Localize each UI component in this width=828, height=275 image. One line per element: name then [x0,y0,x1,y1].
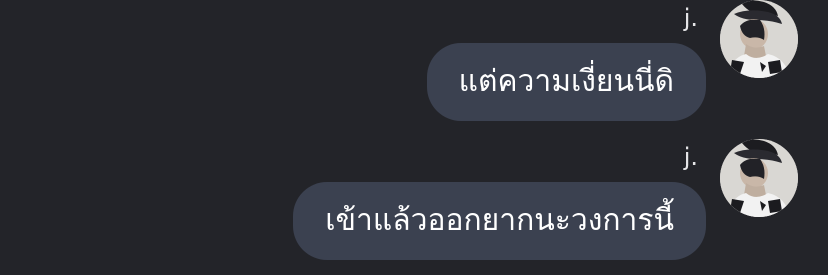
message-bubble[interactable]: เข้าแล้วออกยากนะวงการนี้ [293,182,706,260]
sender-name: j. [683,4,698,32]
message-bubble[interactable]: แต่ความเงี่ยนนี่ดิ [426,43,706,121]
avatar[interactable] [720,0,798,78]
chat-thread: j. แต่ความเงี่ยนนี่ดิ j. เข้าแล้วออกยากน… [0,0,828,275]
avatar[interactable] [720,139,798,217]
message-text: แต่ความเงี่ยนนี่ดิ [458,64,674,99]
message-group: j. เข้าแล้วออกยากนะวงการนี้ [0,135,828,275]
profile-photo-icon [720,139,798,217]
message-group: j. แต่ความเงี่ยนนี่ดิ [0,0,828,135]
profile-photo-icon [720,0,798,78]
sender-name: j. [683,143,698,171]
message-text: เข้าแล้วออกยากนะวงการนี้ [325,203,674,238]
